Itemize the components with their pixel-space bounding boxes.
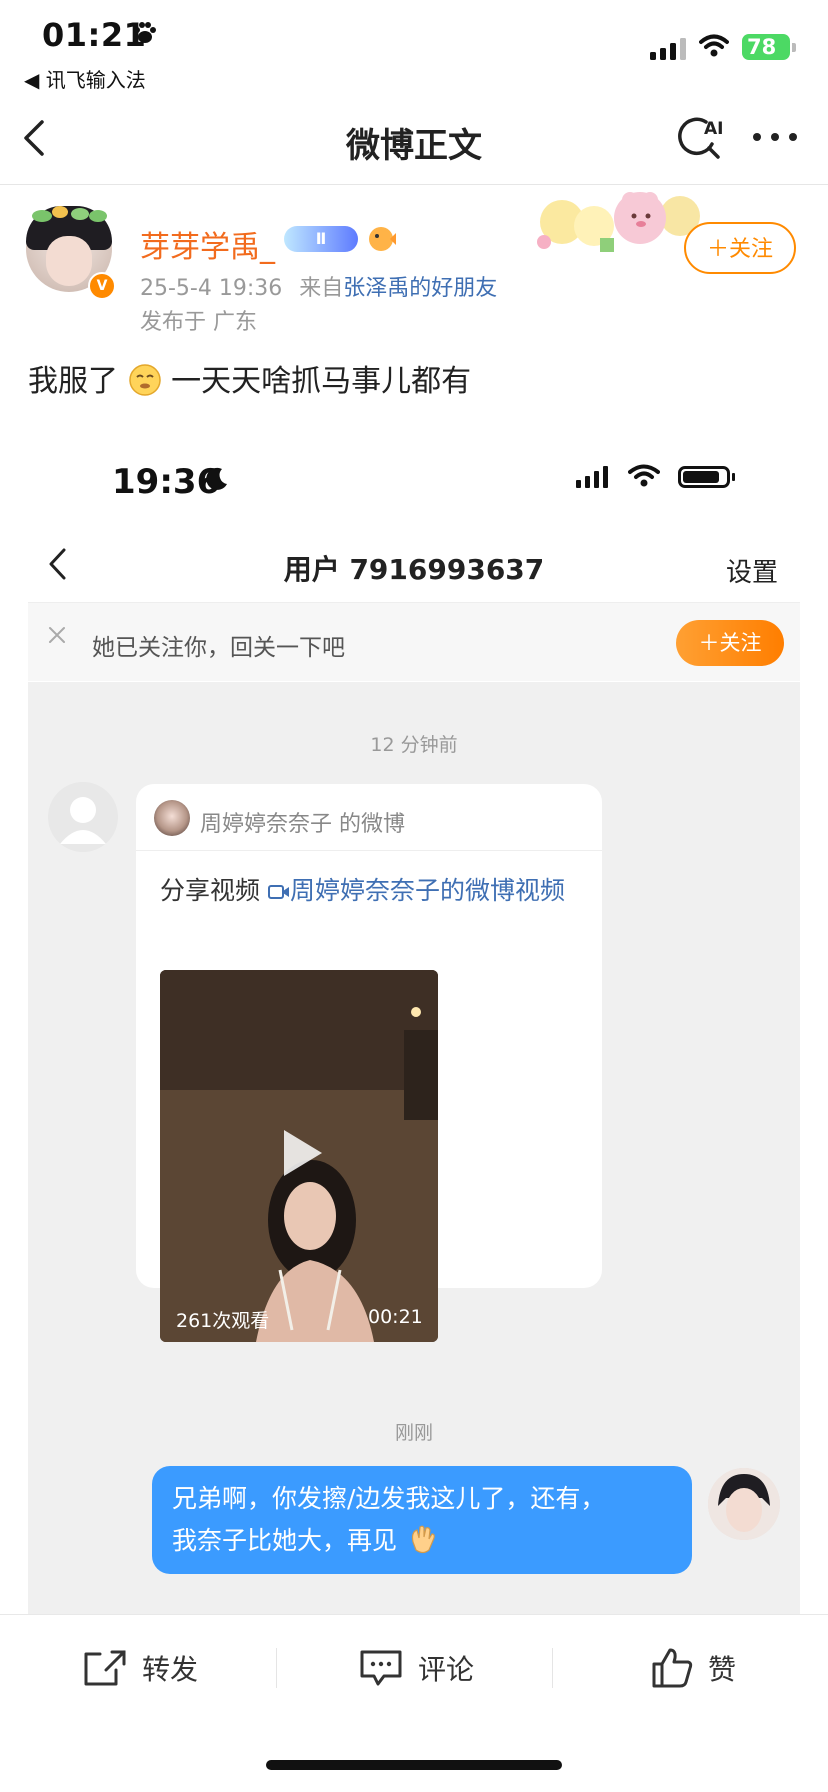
home-indicator (266, 1760, 562, 1770)
follow-button[interactable]: ＋关注 (684, 222, 796, 274)
shot-notice-text: 她已关注你，回关一下吧 (92, 635, 345, 661)
shot-card-prefix: 分享视频 (160, 876, 268, 905)
shot-my-message-line2: 我奈子比她大，再见 (172, 1526, 398, 1555)
source-prefix: 来自 (299, 276, 344, 301)
bottom-separator-2 (552, 1648, 553, 1688)
my-avatar-portrait (708, 1468, 780, 1540)
post-text-before: 我服了 (28, 364, 118, 399)
speechless-emoji-icon (128, 364, 161, 396)
shot-my-message-line1: 兄弟啊，你发擦/边发我这儿了，还有， (172, 1484, 606, 1513)
shot-wifi-icon (628, 464, 660, 487)
avatar-face-shape (46, 236, 92, 286)
shot-my-message-line2-wrap: 我奈子比她大，再见 (172, 1520, 676, 1562)
repost-button[interactable]: 转发 (82, 1644, 198, 1692)
battery-indicator: 78 (742, 34, 790, 60)
cellular-signal-icon (650, 38, 686, 60)
source-link[interactable]: 张泽禹的好朋友 (343, 276, 497, 301)
verified-badge: V (88, 272, 116, 300)
ai-search-icon: AI (678, 117, 723, 159)
back-to-app-link[interactable]: ◀ 讯飞输入法 (24, 64, 146, 93)
comment-button[interactable]: 评论 (358, 1644, 474, 1692)
shot-card-divider (136, 850, 602, 851)
shot-card-head: 周婷婷奈奈子 的微博 (200, 812, 405, 837)
wave-hand-emoji-icon (411, 1525, 435, 1554)
repost-icon (84, 1650, 126, 1686)
like-label: 赞 (708, 1653, 737, 1686)
shot-card-link: 周婷婷奈奈子的微博视频 (289, 876, 565, 905)
post-date: 25-5-4 19:36 (140, 276, 283, 301)
battery-cap (792, 43, 796, 52)
nav-divider (0, 184, 828, 185)
video-link-icon (267, 885, 289, 899)
avatar-frame-decoration-icon (32, 206, 107, 222)
shot-sender-avatar (48, 782, 118, 852)
shot-timestamp-1: 12 分钟前 (370, 734, 458, 756)
thumbs-up-icon (652, 1648, 693, 1688)
post-text: 我服了 一天天啥抓马事儿都有 (28, 356, 471, 400)
author-name[interactable]: 芽芽学禹_ (140, 222, 275, 266)
post-meta: 25-5-4 19:36 来自张泽禹的好朋友 (140, 270, 497, 302)
bottom-separator-1 (276, 1648, 277, 1688)
comment-label: 评论 (418, 1653, 475, 1686)
repost-label: 转发 (142, 1653, 199, 1686)
post-location: 发布于 广东 (140, 310, 257, 335)
shot-my-avatar (708, 1468, 780, 1540)
shot-card-text: 分享视频 周婷婷奈奈子的微博视频 (160, 872, 580, 910)
paw-icon (134, 22, 156, 43)
shot-battery-cap (732, 473, 735, 481)
shot-video-thumbnail (160, 970, 438, 1342)
more-options-icon[interactable] (752, 132, 798, 142)
video-scene (160, 970, 438, 1342)
shot-follow-button: ＋关注 (676, 620, 784, 666)
shot-settings: 设置 (726, 558, 779, 588)
wifi-icon (699, 34, 729, 57)
shot-close-icon (49, 627, 65, 643)
shot-signal-icon (576, 466, 608, 488)
shot-battery-fill (683, 471, 719, 483)
ai-search-button[interactable]: AI (676, 114, 724, 166)
default-user-icon (60, 797, 106, 844)
level-badge: Ⅱ (284, 226, 358, 252)
bottom-bar-divider (0, 1614, 828, 1615)
shot-video-duration: 00:21 (368, 1306, 423, 1328)
status-time: 01:21 (42, 16, 147, 54)
comment-icon (360, 1650, 402, 1686)
like-button[interactable]: 赞 (650, 1644, 736, 1692)
svg-text:AI: AI (704, 119, 723, 139)
shot-my-message: 兄弟啊，你发擦/边发我这儿了，还有， 我奈子比她大，再见 (172, 1478, 676, 1562)
shot-chat-title: 用户 7916993637 (283, 553, 545, 586)
moon-icon (206, 467, 227, 490)
shot-card-author-avatar (154, 800, 190, 836)
post-text-after: 一天天啥抓马事儿都有 (171, 364, 472, 399)
shot-video-views: 261次观看 (176, 1310, 270, 1332)
fish-badge-icon (369, 227, 396, 251)
embedded-screenshot[interactable]: 19:36 用户 7916993637 设置 她已关注你，回关一下吧 ＋关注 1… (28, 448, 800, 1614)
shot-timestamp-2: 刚刚 (394, 1422, 433, 1444)
